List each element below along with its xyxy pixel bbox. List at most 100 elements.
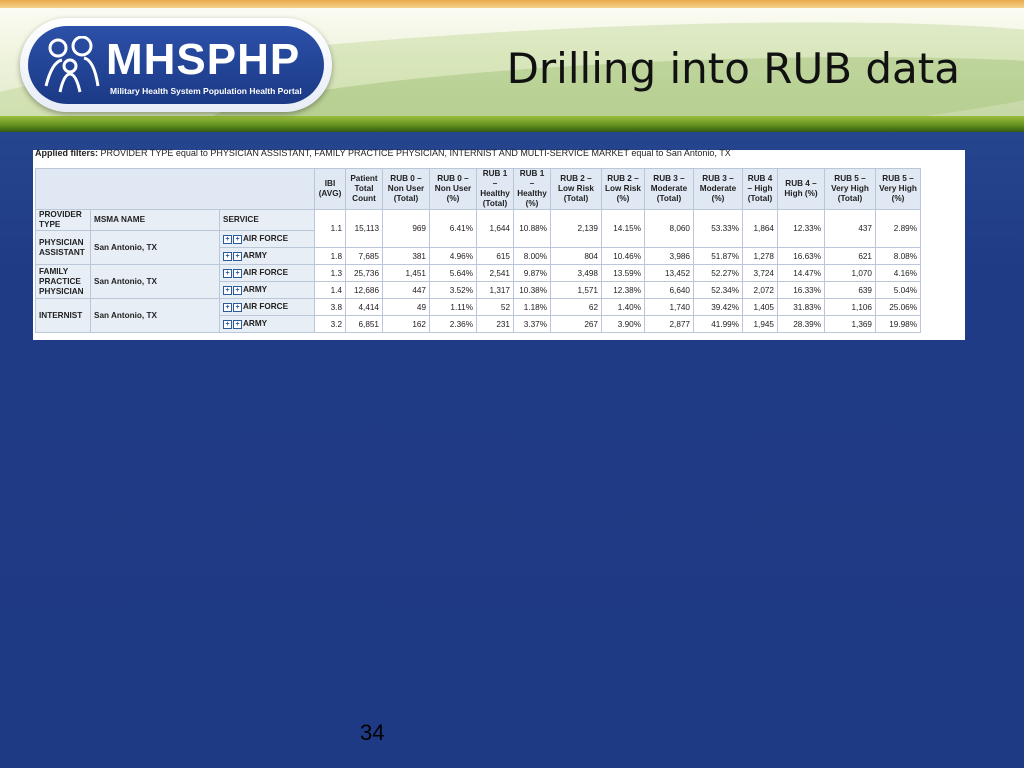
cell: 1,451 — [382, 264, 430, 282]
slide-header: MHSPHP Military Health System Population… — [0, 0, 1024, 132]
cell: 14.47% — [777, 264, 825, 282]
expand-icon[interactable]: + — [223, 251, 232, 261]
service-cell[interactable]: + + AIR FORCE — [219, 264, 315, 282]
cell: 13,452 — [644, 264, 694, 282]
cell: 4.96% — [429, 247, 477, 265]
service-label: AIR FORCE — [243, 268, 289, 278]
cell: 8,060 — [644, 209, 694, 248]
col-header: RUB 3 – Moderate (Total) — [644, 168, 694, 210]
cell: 1.18% — [513, 298, 551, 316]
expand-icon[interactable]: + — [233, 319, 242, 329]
expand-icon[interactable]: + — [233, 285, 242, 295]
cell: 41.99% — [693, 315, 743, 333]
cell: 1,945 — [742, 315, 778, 333]
cell: 3.2 — [314, 315, 346, 333]
expand-icon[interactable]: + — [233, 302, 242, 312]
service-cell[interactable]: + + AIR FORCE — [219, 230, 315, 248]
cell: 447 — [382, 281, 430, 299]
service-label: ARMY — [243, 319, 268, 329]
expand-icon[interactable]: + — [223, 234, 232, 244]
blank-header-cell — [35, 168, 315, 210]
cell: 1.8 — [314, 247, 346, 265]
cell: 1.4 — [314, 281, 346, 299]
expand-icon[interactable]: + — [233, 234, 242, 244]
cell: 52.27% — [693, 264, 743, 282]
mhsphp-logo: MHSPHP Military Health System Population… — [20, 18, 332, 112]
cell: 7,685 — [345, 247, 383, 265]
page-number: 34 — [360, 720, 385, 745]
expand-icon[interactable]: + — [223, 285, 232, 295]
expand-icon[interactable]: + — [223, 302, 232, 312]
report-panel: Applied filters: PROVIDER TYPE equal to … — [33, 147, 965, 340]
cell: 1,405 — [742, 298, 778, 316]
cell: 12.38% — [601, 281, 645, 299]
cell: 2,877 — [644, 315, 694, 333]
col-header: RUB 1 – Healthy (Total) — [476, 168, 514, 210]
expand-icon[interactable]: + — [223, 319, 232, 329]
service-label: ARMY — [243, 251, 268, 261]
cell: 804 — [550, 247, 602, 265]
expand-icon[interactable]: + — [233, 251, 242, 261]
cell: 3.52% — [429, 281, 477, 299]
msma-name-header: MSMA NAME — [90, 209, 220, 231]
cell: 1,369 — [824, 315, 876, 333]
cell: 6,640 — [644, 281, 694, 299]
col-header: IBI (AVG) — [314, 168, 346, 210]
expand-icon[interactable]: + — [233, 268, 242, 278]
cell: 5.64% — [429, 264, 477, 282]
filters-label: Applied filters: — [35, 148, 99, 158]
applied-filters: Applied filters: PROVIDER TYPE equal to … — [35, 147, 955, 159]
cell: 231 — [476, 315, 514, 333]
cell: 2,139 — [550, 209, 602, 248]
cell: 13.59% — [601, 264, 645, 282]
cell: 1.3 — [314, 264, 346, 282]
header-green-band — [0, 116, 1024, 132]
cell: 3.8 — [314, 298, 346, 316]
cell: 615 — [476, 247, 514, 265]
service-label: ARMY — [243, 285, 268, 295]
service-cell[interactable]: + + ARMY — [219, 247, 315, 265]
cell: 14.15% — [601, 209, 645, 248]
cell: 9.87% — [513, 264, 551, 282]
cell: 3,724 — [742, 264, 778, 282]
rub-table-body: PROVIDER TYPE MSMA NAME SERVICE 1.1 15,1… — [35, 209, 921, 333]
service-cell[interactable]: + + ARMY — [219, 281, 315, 299]
provider-type-cell: INTERNIST — [35, 298, 91, 333]
expand-icon[interactable]: + — [223, 268, 232, 278]
cell: 12,686 — [345, 281, 383, 299]
col-header: RUB 0 – Non User (%) — [429, 168, 477, 210]
cell: 49 — [382, 298, 430, 316]
msma-cell: San Antonio, TX — [90, 230, 220, 265]
cell: 1,740 — [644, 298, 694, 316]
cell: 639 — [824, 281, 876, 299]
cell: 621 — [824, 247, 876, 265]
service-label: AIR FORCE — [243, 234, 289, 244]
cell: 2.36% — [429, 315, 477, 333]
col-header: Patient Total Count — [345, 168, 383, 210]
cell: 1,317 — [476, 281, 514, 299]
service-cell[interactable]: + + AIR FORCE — [219, 298, 315, 316]
col-header: RUB 0 – Non User (Total) — [382, 168, 430, 210]
cell: 1.11% — [429, 298, 477, 316]
col-header: RUB 4 – High (Total) — [742, 168, 778, 210]
cell: 52 — [476, 298, 514, 316]
col-header: RUB 3 – Moderate (%) — [693, 168, 743, 210]
cell: 10.38% — [513, 281, 551, 299]
service-cell[interactable]: + + ARMY — [219, 315, 315, 333]
service-header: SERVICE — [219, 209, 315, 231]
col-header: RUB 2 – Low Risk (%) — [601, 168, 645, 210]
service-label: AIR FORCE — [243, 302, 289, 312]
cell: 6,851 — [345, 315, 383, 333]
cell: 1,106 — [824, 298, 876, 316]
cell: 4,414 — [345, 298, 383, 316]
cell: 15,113 — [345, 209, 383, 248]
col-header: RUB 2 – Low Risk (Total) — [550, 168, 602, 210]
cell: 1,278 — [742, 247, 778, 265]
cell: 28.39% — [777, 315, 825, 333]
cell: 1.40% — [601, 298, 645, 316]
slide-title: Drilling into RUB data — [506, 44, 960, 93]
cell: 5.04% — [875, 281, 921, 299]
cell: 16.33% — [777, 281, 825, 299]
provider-type-cell: PHYSICIAN ASSISTANT — [35, 230, 91, 265]
cell: 19.98% — [875, 315, 921, 333]
